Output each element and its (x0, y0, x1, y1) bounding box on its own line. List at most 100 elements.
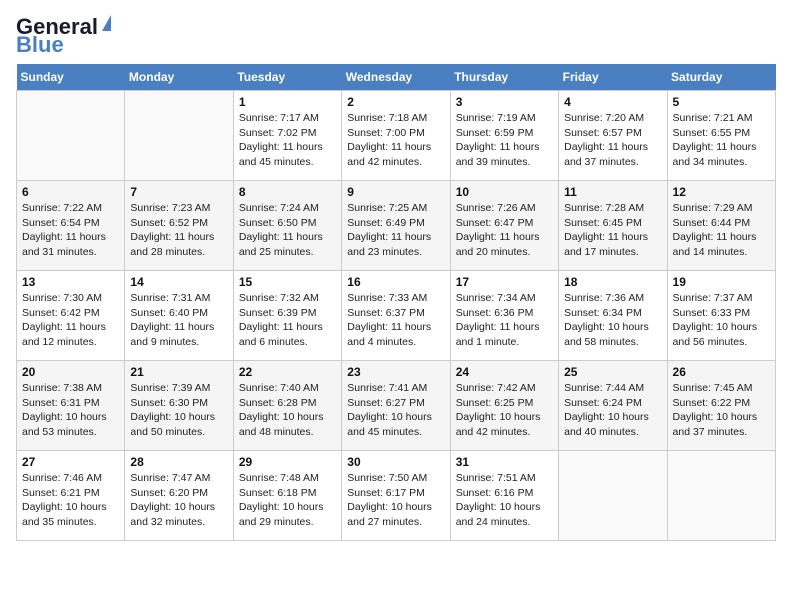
calendar-week-row: 27Sunrise: 7:46 AM Sunset: 6:21 PM Dayli… (17, 451, 776, 541)
calendar-empty-cell (667, 451, 775, 541)
calendar-day-17: 17 Sunrise: 7:34 AM Sunset: 6:36 PM Dayli… (450, 271, 558, 361)
day-info: Sunrise: 7:33 AM Sunset: 6:37 PM Dayligh… (347, 291, 444, 350)
day-info: Sunrise: 7:32 AM Sunset: 6:39 PM Dayligh… (239, 291, 336, 350)
day-info: Sunrise: 7:45 AM Sunset: 6:22 PM Dayligh… (673, 381, 770, 440)
day-number: 2 (347, 95, 444, 109)
day-number: 12 (673, 185, 770, 199)
calendar-day-10: 10Sunrise: 7:26 AM Sunset: 6:47 PM Dayli… (450, 181, 558, 271)
day-info: Sunrise: 7:44 AM Sunset: 6:24 PM Dayligh… (564, 381, 661, 440)
day-info: Sunrise: 7:39 AM Sunset: 6:30 PM Dayligh… (130, 381, 227, 440)
day-number: 18 (564, 275, 661, 289)
day-number: 1 (239, 95, 336, 109)
calendar-day-12: 12Sunrise: 7:29 AM Sunset: 6:44 PM Dayli… (667, 181, 775, 271)
day-number: 31 (456, 455, 553, 469)
calendar-day-18: 18 Sunrise: 7:36 AM Sunset: 6:34 PM Dayli… (559, 271, 667, 361)
day-info: Sunrise: 7:46 AM Sunset: 6:21 PM Dayligh… (22, 471, 119, 530)
calendar-week-row: 20 Sunrise: 7:38 AM Sunset: 6:31 PM Dayli… (17, 361, 776, 451)
calendar-day-21: 21Sunrise: 7:39 AM Sunset: 6:30 PM Dayli… (125, 361, 233, 451)
day-info: Sunrise: 7:37 AM Sunset: 6:33 PM Dayligh… (673, 291, 770, 350)
day-info: Sunrise: 7:42 AM Sunset: 6:25 PM Dayligh… (456, 381, 553, 440)
day-info: Sunrise: 7:25 AM Sunset: 6:49 PM Dayligh… (347, 201, 444, 260)
day-info: Sunrise: 7:20 AM Sunset: 6:57 PM Dayligh… (564, 111, 661, 170)
weekday-header-wednesday: Wednesday (342, 64, 450, 91)
calendar-day-7: 7 Sunrise: 7:23 AM Sunset: 6:52 PM Daylig… (125, 181, 233, 271)
calendar-day-4: 4 Sunrise: 7:20 AM Sunset: 6:57 PM Daylig… (559, 91, 667, 181)
day-number: 20 (22, 365, 119, 379)
day-number: 9 (347, 185, 444, 199)
day-info: Sunrise: 7:19 AM Sunset: 6:59 PM Dayligh… (456, 111, 553, 170)
calendar-day-24: 24Sunrise: 7:42 AM Sunset: 6:25 PM Dayli… (450, 361, 558, 451)
day-number: 10 (456, 185, 553, 199)
day-number: 4 (564, 95, 661, 109)
day-number: 30 (347, 455, 444, 469)
weekday-header-sunday: Sunday (17, 64, 125, 91)
calendar-empty-cell (17, 91, 125, 181)
logo-triangle-icon (102, 15, 111, 31)
day-info: Sunrise: 7:50 AM Sunset: 6:17 PM Dayligh… (347, 471, 444, 530)
day-info: Sunrise: 7:38 AM Sunset: 6:31 PM Dayligh… (22, 381, 119, 440)
day-info: Sunrise: 7:31 AM Sunset: 6:40 PM Dayligh… (130, 291, 227, 350)
calendar-day-11: 11 Sunrise: 7:28 AM Sunset: 6:45 PM Dayli… (559, 181, 667, 271)
weekday-header-friday: Friday (559, 64, 667, 91)
calendar-day-22: 22 Sunrise: 7:40 AM Sunset: 6:28 PM Dayli… (233, 361, 341, 451)
weekday-header-row: SundayMondayTuesdayWednesdayThursdayFrid… (17, 64, 776, 91)
calendar-week-row: 6 Sunrise: 7:22 AM Sunset: 6:54 PM Daylig… (17, 181, 776, 271)
day-number: 19 (673, 275, 770, 289)
day-number: 17 (456, 275, 553, 289)
day-info: Sunrise: 7:28 AM Sunset: 6:45 PM Dayligh… (564, 201, 661, 260)
calendar-day-29: 29 Sunrise: 7:48 AM Sunset: 6:18 PM Dayli… (233, 451, 341, 541)
day-number: 28 (130, 455, 227, 469)
calendar-day-30: 30 Sunrise: 7:50 AM Sunset: 6:17 PM Dayli… (342, 451, 450, 541)
calendar-day-2: 2 Sunrise: 7:18 AM Sunset: 7:00 PM Daylig… (342, 91, 450, 181)
calendar-day-8: 8Sunrise: 7:24 AM Sunset: 6:50 PM Daylig… (233, 181, 341, 271)
day-info: Sunrise: 7:30 AM Sunset: 6:42 PM Dayligh… (22, 291, 119, 350)
day-number: 22 (239, 365, 336, 379)
calendar-day-14: 14 Sunrise: 7:31 AM Sunset: 6:40 PM Dayli… (125, 271, 233, 361)
page-header: General Blue (16, 16, 776, 58)
day-info: Sunrise: 7:51 AM Sunset: 6:16 PM Dayligh… (456, 471, 553, 530)
day-info: Sunrise: 7:21 AM Sunset: 6:55 PM Dayligh… (673, 111, 770, 170)
calendar-day-28: 28 Sunrise: 7:47 AM Sunset: 6:20 PM Dayli… (125, 451, 233, 541)
calendar-day-6: 6 Sunrise: 7:22 AM Sunset: 6:54 PM Daylig… (17, 181, 125, 271)
day-number: 25 (564, 365, 661, 379)
calendar-day-3: 3 Sunrise: 7:19 AM Sunset: 6:59 PM Daylig… (450, 91, 558, 181)
day-number: 5 (673, 95, 770, 109)
day-number: 29 (239, 455, 336, 469)
weekday-header-thursday: Thursday (450, 64, 558, 91)
logo-blue: Blue (16, 32, 64, 58)
day-info: Sunrise: 7:18 AM Sunset: 7:00 PM Dayligh… (347, 111, 444, 170)
day-number: 3 (456, 95, 553, 109)
calendar-day-1: 1 Sunrise: 7:17 AM Sunset: 7:02 PM Daylig… (233, 91, 341, 181)
day-info: Sunrise: 7:47 AM Sunset: 6:20 PM Dayligh… (130, 471, 227, 530)
calendar-day-16: 16 Sunrise: 7:33 AM Sunset: 6:37 PM Dayli… (342, 271, 450, 361)
calendar-empty-cell (559, 451, 667, 541)
day-number: 8 (239, 185, 336, 199)
day-number: 6 (22, 185, 119, 199)
weekday-header-tuesday: Tuesday (233, 64, 341, 91)
calendar-day-20: 20 Sunrise: 7:38 AM Sunset: 6:31 PM Dayli… (17, 361, 125, 451)
day-info: Sunrise: 7:23 AM Sunset: 6:52 PM Dayligh… (130, 201, 227, 260)
day-info: Sunrise: 7:17 AM Sunset: 7:02 PM Dayligh… (239, 111, 336, 170)
day-number: 7 (130, 185, 227, 199)
day-info: Sunrise: 7:22 AM Sunset: 6:54 PM Dayligh… (22, 201, 119, 260)
calendar-day-23: 23Sunrise: 7:41 AM Sunset: 6:27 PM Dayli… (342, 361, 450, 451)
weekday-header-saturday: Saturday (667, 64, 775, 91)
calendar-day-19: 19 Sunrise: 7:37 AM Sunset: 6:33 PM Dayli… (667, 271, 775, 361)
calendar-day-31: 31 Sunrise: 7:51 AM Sunset: 6:16 PM Dayli… (450, 451, 558, 541)
day-info: Sunrise: 7:48 AM Sunset: 6:18 PM Dayligh… (239, 471, 336, 530)
day-number: 16 (347, 275, 444, 289)
calendar-week-row: 13Sunrise: 7:30 AM Sunset: 6:42 PM Dayli… (17, 271, 776, 361)
calendar-week-row: 1 Sunrise: 7:17 AM Sunset: 7:02 PM Daylig… (17, 91, 776, 181)
calendar-day-13: 13Sunrise: 7:30 AM Sunset: 6:42 PM Dayli… (17, 271, 125, 361)
day-number: 11 (564, 185, 661, 199)
day-info: Sunrise: 7:36 AM Sunset: 6:34 PM Dayligh… (564, 291, 661, 350)
weekday-header-monday: Monday (125, 64, 233, 91)
day-number: 14 (130, 275, 227, 289)
day-info: Sunrise: 7:40 AM Sunset: 6:28 PM Dayligh… (239, 381, 336, 440)
day-info: Sunrise: 7:34 AM Sunset: 6:36 PM Dayligh… (456, 291, 553, 350)
calendar-day-25: 25 Sunrise: 7:44 AM Sunset: 6:24 PM Dayli… (559, 361, 667, 451)
calendar-table: SundayMondayTuesdayWednesdayThursdayFrid… (16, 64, 776, 541)
logo: General Blue (16, 16, 111, 58)
calendar-day-9: 9 Sunrise: 7:25 AM Sunset: 6:49 PM Daylig… (342, 181, 450, 271)
day-number: 15 (239, 275, 336, 289)
